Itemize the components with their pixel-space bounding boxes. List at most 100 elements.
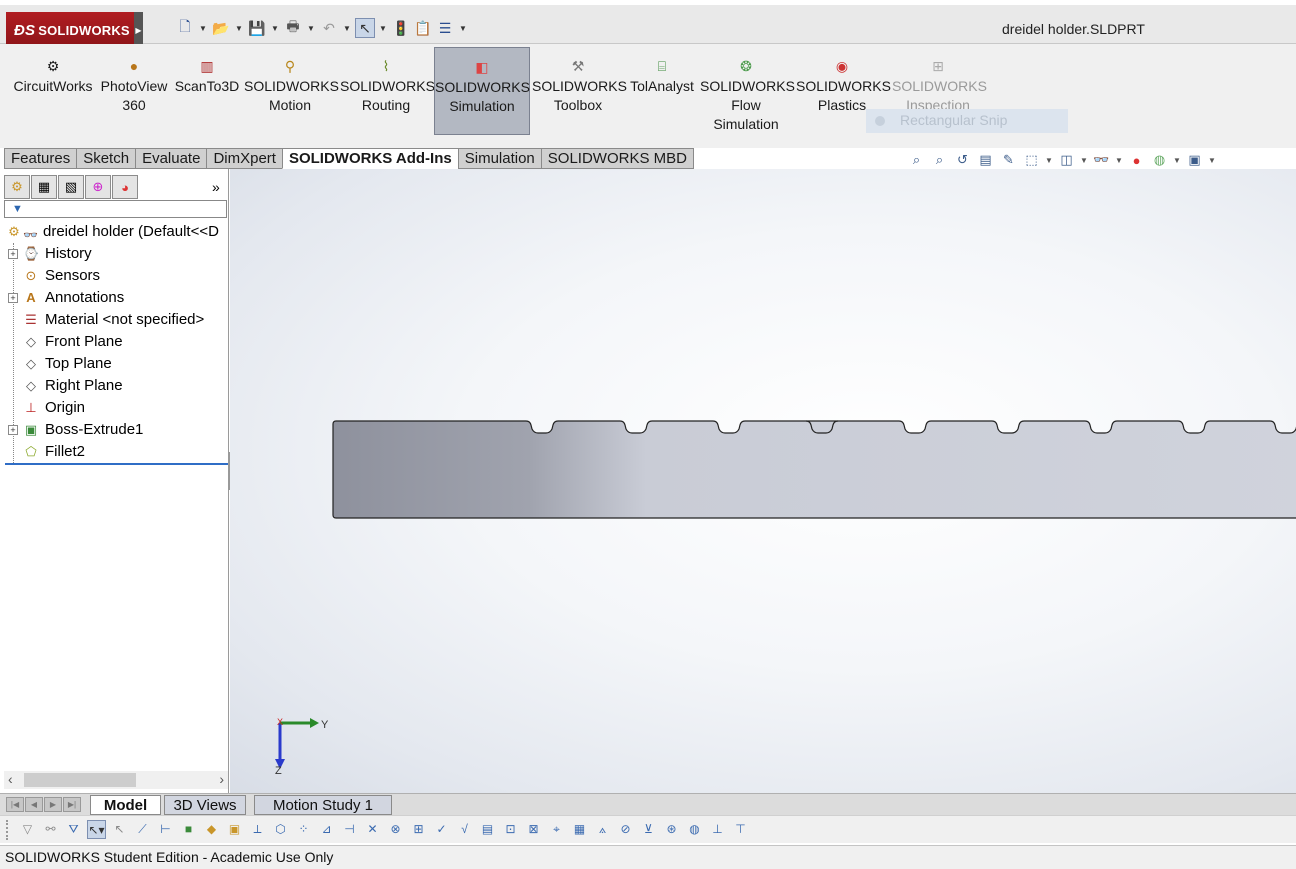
graphics-area[interactable]: Y Z X — [230, 169, 1296, 793]
filter-centerline-icon[interactable]: ⊗ — [386, 820, 405, 839]
property-manager-tab-icon[interactable]: ▦ — [31, 175, 57, 199]
open-folder-icon[interactable]: 📂 — [211, 18, 231, 38]
tree-item-right-plane[interactable]: ◇ Right Plane — [2, 375, 229, 397]
tab-3d-views[interactable]: 3D Views — [164, 795, 246, 815]
tree-item-top-plane[interactable]: ◇ Top Plane — [2, 353, 229, 375]
display-style-icon[interactable]: ◫ — [1057, 152, 1076, 168]
filter-cosmetic-threads-icon[interactable]: ▦ — [570, 820, 589, 839]
last-tab-icon[interactable]: ▶| — [63, 797, 81, 812]
filter-faces-icon[interactable]: ■ — [179, 820, 198, 839]
invert-selection-icon[interactable]: ↖ — [110, 820, 129, 839]
circuitworks-button[interactable]: ⚙ CircuitWorks — [10, 47, 96, 133]
feature-tree-tab-icon[interactable]: ⚙ — [4, 175, 30, 199]
simulation-button[interactable]: ◧ SOLIDWORKS Simulation — [434, 47, 530, 135]
dimxpert-manager-tab-icon[interactable]: ⊕ — [85, 175, 111, 199]
scroll-right-icon[interactable]: › — [219, 771, 224, 787]
tab-sketch[interactable]: Sketch — [76, 148, 137, 169]
rollback-bar[interactable] — [5, 463, 228, 465]
filter-routing-points-icon[interactable]: ⊛ — [662, 820, 681, 839]
filter-surfaces-icon[interactable]: ◆ — [202, 820, 221, 839]
tab-solidworks-mbd[interactable]: SOLIDWORKS MBD — [540, 148, 694, 169]
filter-center-marks-icon[interactable]: ✕ — [363, 820, 382, 839]
filter-vertices-icon[interactable]: ⟋ — [133, 820, 152, 839]
options-icon[interactable]: ☰ — [435, 18, 455, 38]
tab-motion-study-1[interactable]: Motion Study 1 — [254, 795, 392, 815]
scroll-left-icon[interactable]: ‹ — [8, 771, 13, 787]
flow-simulation-button[interactable]: ❂ SOLIDWORKS Flow Simulation — [700, 47, 795, 133]
save-icon[interactable]: 💾 — [247, 18, 267, 38]
next-tab-icon[interactable]: ▶ — [44, 797, 62, 812]
apply-scene-icon[interactable]: ◍ — [1150, 152, 1169, 168]
filter-planes-icon[interactable]: ⬡ — [271, 820, 290, 839]
scrollbar-thumb[interactable] — [24, 773, 136, 787]
filter-mates-icon[interactable]: ⊤ — [731, 820, 750, 839]
save-dropdown[interactable]: ▼ — [269, 18, 281, 38]
toolbox-button[interactable]: ⚒ SOLIDWORKS Toolbox — [532, 47, 627, 133]
tree-item-front-plane[interactable]: ◇ Front Plane — [2, 331, 229, 353]
undo-dropdown[interactable]: ▼ — [341, 18, 353, 38]
display-style-dropdown[interactable]: ▼ — [1080, 156, 1088, 165]
filter-dowel-pin-icon[interactable]: ⊘ — [616, 820, 635, 839]
options-dropdown[interactable]: ▼ — [457, 18, 469, 38]
previous-tab-icon[interactable]: ◀ — [25, 797, 43, 812]
zoom-to-area-icon[interactable]: ⌕ — [930, 152, 949, 168]
first-tab-icon[interactable]: |◀ — [6, 797, 24, 812]
tab-solidworks-add-ins[interactable]: SOLIDWORKS Add-Ins — [281, 148, 459, 169]
filter-surface-finish-icon[interactable]: ✓ — [432, 820, 451, 839]
filter-datum-features-icon[interactable]: ⊡ — [501, 820, 520, 839]
tree-item-annotations[interactable]: + A Annotations — [2, 287, 229, 309]
filter-solids-icon[interactable]: ▣ — [225, 820, 244, 839]
filter-edges-icon[interactable]: ⊢ — [156, 820, 175, 839]
tab-dimxpert[interactable]: DimXpert — [206, 148, 283, 169]
clear-filters-icon[interactable]: ⛛ — [64, 820, 83, 839]
new-dropdown[interactable]: ▼ — [197, 18, 209, 38]
tab-simulation[interactable]: Simulation — [457, 148, 542, 169]
filter-datum-targets-icon[interactable]: ⌖ — [547, 820, 566, 839]
print-dropdown[interactable]: ▼ — [305, 18, 317, 38]
tree-root-part[interactable]: ⚙ 👓 dreidel holder (Default<<D — [2, 221, 229, 243]
section-view-icon[interactable]: ▤ — [976, 152, 995, 168]
part-model[interactable] — [332, 419, 1296, 523]
horizontal-scrollbar[interactable]: ‹ › — [4, 771, 228, 789]
select-cursor-icon[interactable]: ↖ — [355, 18, 375, 38]
filter-settings-icon[interactable]: ⚯ — [41, 820, 60, 839]
filter-weld-symbols-icon[interactable]: ⊠ — [524, 820, 543, 839]
edit-appearance-icon[interactable]: ● — [1127, 153, 1146, 168]
filter-midpoints-icon[interactable]: ⊣ — [340, 820, 359, 839]
toggle-filter-icon[interactable]: ▽ — [18, 820, 37, 839]
routing-button[interactable]: ⌇ SOLIDWORKS Routing — [340, 47, 435, 133]
rebuild-icon[interactable]: 🚦 — [391, 18, 411, 38]
scene-dropdown[interactable]: ▼ — [1173, 156, 1181, 165]
toolbar-grip[interactable] — [6, 820, 9, 840]
scanto3d-button[interactable]: ▥ ScanTo3D — [174, 47, 240, 133]
menu-expand-arrow[interactable]: ▶ — [134, 12, 143, 48]
photoview-button[interactable]: ● PhotoView 360 — [98, 47, 170, 133]
filter-sketch-segments-icon[interactable]: ⊿ — [317, 820, 336, 839]
tolanalyst-button[interactable]: ⌸ TolAnalyst — [628, 47, 696, 133]
tree-item-boss-extrude1[interactable]: + ▣ Boss-Extrude1 — [2, 419, 229, 441]
filter-sketch-points-icon[interactable]: ⁘ — [294, 820, 313, 839]
tree-item-origin[interactable]: ⊥ Origin — [2, 397, 229, 419]
tab-model[interactable]: Model — [90, 795, 161, 815]
filter-geometric-tolerance-icon[interactable]: √ — [455, 820, 474, 839]
hide-show-items-icon[interactable]: 👓 — [1092, 152, 1111, 168]
undo-icon[interactable]: ↶ — [319, 18, 339, 38]
tab-evaluate[interactable]: Evaluate — [135, 148, 208, 169]
filter-axes-icon[interactable]: ⟂ — [248, 820, 267, 839]
hide-show-dropdown[interactable]: ▼ — [1115, 156, 1123, 165]
previous-view-icon[interactable]: ↺ — [953, 152, 972, 168]
file-properties-icon[interactable]: 📋 — [413, 18, 433, 38]
feature-tree-filter-field[interactable]: ▼ — [4, 200, 227, 218]
view-settings-icon[interactable]: ▣ — [1185, 152, 1204, 168]
tree-item-history[interactable]: + ⌚ History — [2, 243, 229, 265]
expand-toggle[interactable]: + — [8, 249, 18, 259]
select-dropdown[interactable]: ▼ — [377, 18, 389, 38]
filter-center-lines-icon[interactable]: ⊥ — [708, 820, 727, 839]
tree-item-sensors[interactable]: ⊙ Sensors — [2, 265, 229, 287]
filter-notes-icon[interactable]: ▤ — [478, 820, 497, 839]
configuration-manager-tab-icon[interactable]: ▧ — [58, 175, 84, 199]
open-dropdown[interactable]: ▼ — [233, 18, 245, 38]
filter-mid-points-icon[interactable]: ◍ — [685, 820, 704, 839]
dynamic-annotation-icon[interactable]: ✎ — [999, 152, 1018, 168]
zoom-to-fit-icon[interactable]: ⌕ — [907, 152, 926, 168]
